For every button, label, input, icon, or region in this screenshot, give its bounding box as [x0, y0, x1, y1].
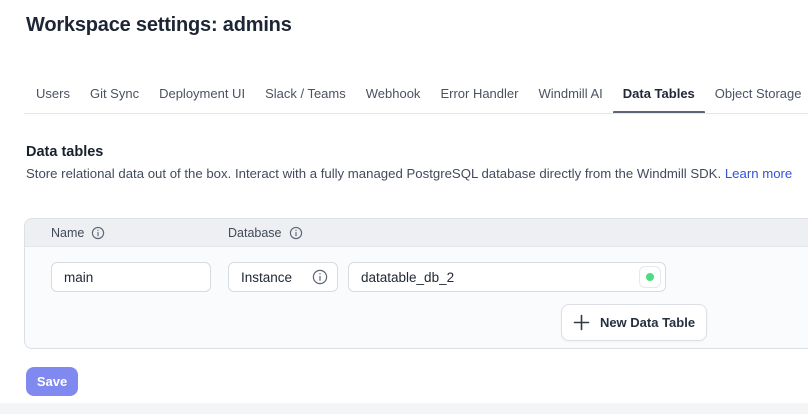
tab-webhook[interactable]: Webhook	[356, 77, 431, 113]
save-button[interactable]: Save	[26, 367, 78, 396]
column-header-name: Name	[51, 219, 105, 247]
info-icon[interactable]	[289, 226, 303, 240]
section-heading: Data tables	[26, 144, 103, 160]
new-data-table-button[interactable]: New Data Table	[561, 304, 707, 341]
settings-tabbar: Users Git Sync Deployment UI Slack / Tea…	[24, 77, 808, 114]
workspace-settings-page: Workspace settings: admins Users Git Syn…	[0, 0, 808, 414]
tab-windmill-ai[interactable]: Windmill AI	[528, 77, 612, 113]
column-header-name-label: Name	[51, 226, 84, 240]
column-header-database-label: Database	[228, 226, 282, 240]
section-description-text: Store relational data out of the box. In…	[26, 166, 721, 181]
connection-status-badge[interactable]	[639, 266, 661, 288]
table-header-row: Name Database	[25, 219, 808, 247]
tab-data-tables[interactable]: Data Tables	[613, 77, 705, 113]
page-title: Workspace settings: admins	[26, 14, 292, 37]
section-description: Store relational data out of the box. In…	[26, 166, 792, 181]
info-icon[interactable]	[312, 269, 328, 285]
info-icon[interactable]	[91, 226, 105, 240]
tab-error-handler[interactable]: Error Handler	[430, 77, 528, 113]
tab-deployment-ui[interactable]: Deployment UI	[149, 77, 255, 113]
table-name-input[interactable]	[51, 262, 211, 292]
page-bottom-strip	[0, 403, 808, 414]
status-dot-icon	[646, 273, 654, 281]
table-body: Instance	[25, 247, 808, 349]
database-name-field	[348, 262, 666, 292]
database-kind-value: Instance	[241, 270, 292, 285]
data-tables-card: Name Database	[24, 218, 808, 349]
tab-slack-teams[interactable]: Slack / Teams	[255, 77, 356, 113]
tab-users[interactable]: Users	[26, 77, 80, 113]
plus-icon	[573, 314, 590, 331]
database-name-input[interactable]	[348, 262, 666, 292]
database-kind-select[interactable]: Instance	[228, 262, 338, 292]
learn-more-link[interactable]: Learn more	[725, 166, 792, 181]
tab-git-sync[interactable]: Git Sync	[80, 77, 149, 113]
new-data-table-label: New Data Table	[600, 315, 695, 330]
column-header-database: Database	[228, 219, 303, 247]
tab-object-storage[interactable]: Object Storage	[705, 77, 808, 113]
